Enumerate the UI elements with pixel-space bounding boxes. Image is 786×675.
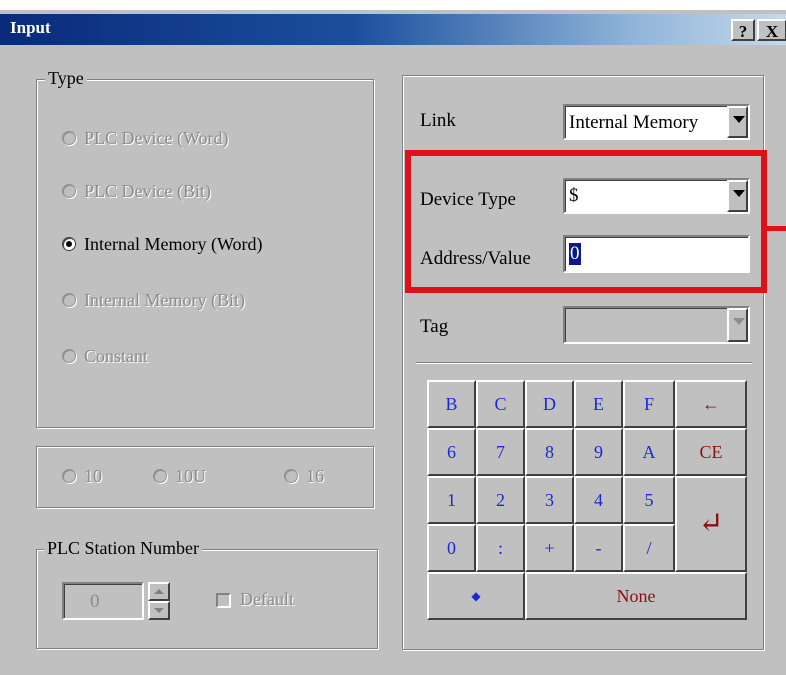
key-plus-button[interactable]: + <box>525 524 574 572</box>
key-f-button[interactable]: F <box>623 380 675 428</box>
key-1-button[interactable]: 1 <box>427 476 476 524</box>
chevron-down-icon[interactable] <box>727 180 748 212</box>
backspace-button[interactable]: ← <box>675 380 747 428</box>
chevron-down-icon <box>154 608 164 613</box>
radio-label: Internal Memory (Bit) <box>84 290 245 310</box>
radio-indicator <box>153 468 167 483</box>
key-7-button[interactable]: 7 <box>476 428 525 476</box>
key-b-button[interactable]: B <box>427 380 476 428</box>
station-number-spinner[interactable] <box>148 582 170 620</box>
key-0-button[interactable]: 0 <box>427 524 476 572</box>
close-button[interactable]: X <box>757 19 786 41</box>
enter-button[interactable]: ↵ <box>675 476 747 572</box>
link-value: Internal Memory <box>569 112 699 133</box>
device-type-value: $ <box>569 185 579 206</box>
key-5-button[interactable]: 5 <box>623 476 675 524</box>
station-number-input[interactable]: 0 <box>62 582 144 620</box>
radio-indicator <box>62 183 76 198</box>
chevron-down-icon[interactable] <box>727 106 748 138</box>
highlight-pointer <box>767 226 786 231</box>
help-button[interactable]: ? <box>731 19 755 41</box>
tag-dropdown[interactable] <box>563 306 750 344</box>
radio-plc-device-word[interactable]: PLC Device (Word) <box>62 128 229 149</box>
radio-label: Internal Memory (Word) <box>84 234 263 254</box>
key-e-button[interactable]: E <box>574 380 623 428</box>
station-legend: PLC Station Number <box>44 538 202 559</box>
title-bar[interactable] <box>0 14 786 45</box>
key-9-button[interactable]: 9 <box>574 428 623 476</box>
radio-format-10u[interactable]: 10U <box>153 466 206 487</box>
type-legend: Type <box>45 68 87 89</box>
separator <box>416 362 752 364</box>
default-label: Default <box>240 589 294 609</box>
chevron-up-icon <box>154 589 164 594</box>
key-6-button[interactable]: 6 <box>427 428 476 476</box>
radio-indicator <box>62 468 76 483</box>
key-4-button[interactable]: 4 <box>574 476 623 524</box>
radio-indicator <box>62 130 76 145</box>
radio-constant[interactable]: Constant <box>62 346 148 367</box>
radio-plc-device-bit[interactable]: PLC Device (Bit) <box>62 181 211 202</box>
key-3-button[interactable]: 3 <box>525 476 574 524</box>
radio-label: PLC Device (Word) <box>84 128 229 148</box>
device-type-label: Device Type <box>420 189 516 210</box>
station-number-value: 0 <box>90 591 100 612</box>
radio-internal-memory-bit[interactable]: Internal Memory (Bit) <box>62 290 245 311</box>
radio-label: Constant <box>84 346 149 366</box>
radio-label: 10 <box>84 466 102 486</box>
decimal-point-button[interactable]: ◆ <box>427 572 525 620</box>
radio-label: 10U <box>175 466 206 486</box>
keypad: B C D E F ← 6 7 8 9 A CE 1 2 3 4 5 0: + - / ↵ ◆ None <box>427 380 749 630</box>
spinner-down-button[interactable] <box>148 601 170 620</box>
chevron-down-icon[interactable] <box>727 308 748 342</box>
radio-indicator <box>62 292 76 307</box>
link-label: Link <box>420 110 456 131</box>
key-slash-button[interactable]: / <box>623 524 675 572</box>
tag-label: Tag <box>420 316 449 337</box>
key-minus-button[interactable]: - <box>574 524 623 572</box>
radio-indicator <box>62 236 76 251</box>
radio-label: 16 <box>306 466 324 486</box>
checkbox-box <box>216 593 231 608</box>
address-label: Address/Value <box>420 248 531 269</box>
radio-indicator <box>284 468 298 483</box>
radio-indicator <box>62 348 76 363</box>
key-8-button[interactable]: 8 <box>525 428 574 476</box>
radio-format-10[interactable]: 10 <box>62 466 102 487</box>
spinner-up-button[interactable] <box>148 582 170 601</box>
key-d-button[interactable]: D <box>525 380 574 428</box>
radio-format-16[interactable]: 16 <box>284 466 324 487</box>
key-colon-button[interactable]: : <box>476 524 525 572</box>
clear-entry-button[interactable]: CE <box>675 428 747 476</box>
key-a-button[interactable]: A <box>623 428 675 476</box>
address-input[interactable]: 0 <box>563 235 750 273</box>
key-c-button[interactable]: C <box>476 380 525 428</box>
device-type-dropdown[interactable]: $ <box>563 178 750 214</box>
address-value: 0 <box>569 243 581 265</box>
none-button[interactable]: None <box>525 572 747 620</box>
key-2-button[interactable]: 2 <box>476 476 525 524</box>
link-dropdown[interactable]: Internal Memory <box>563 104 750 140</box>
radio-internal-memory-word[interactable]: Internal Memory (Word) <box>62 234 263 255</box>
dialog-title: Input <box>10 18 51 37</box>
radio-label: PLC Device (Bit) <box>84 181 211 201</box>
